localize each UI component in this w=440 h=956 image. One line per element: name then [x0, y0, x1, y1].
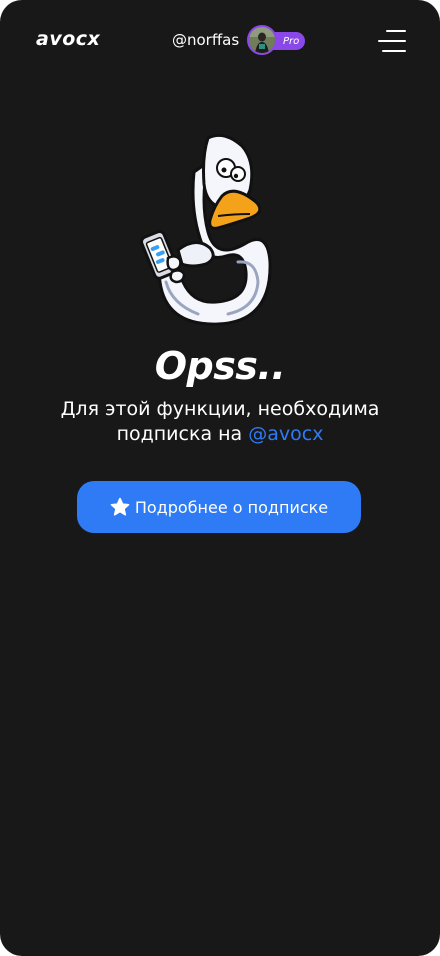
duck-holding-phone-icon: [140, 133, 272, 326]
star-icon: [110, 497, 130, 516]
avatar[interactable]: [247, 25, 278, 55]
avocx-handle-link[interactable]: @avocx: [248, 423, 323, 445]
message-line-1: Для этой функции, необходима: [60, 398, 380, 420]
app-screen: avocx @norffas Pro Opss.. Для этой функц…: [0, 0, 440, 956]
subscription-details-label: Подробнее о подписке: [134, 497, 329, 517]
username[interactable]: @norffas: [172, 31, 239, 49]
app-logo[interactable]: avocx: [36, 28, 100, 50]
duck-illustration: [138, 132, 278, 332]
message-line-2-prefix: подписка на: [116, 423, 249, 445]
menu-button[interactable]: [378, 30, 406, 52]
avatar-image: [249, 27, 276, 53]
subscription-details-button[interactable]: Подробнее о подписке: [77, 481, 361, 533]
avatar-with-badge[interactable]: Pro: [247, 25, 306, 55]
page-title: Opss..: [154, 344, 286, 388]
subscription-message: Для этой функции, необходима подписка на…: [0, 397, 440, 447]
user-profile[interactable]: @norffas Pro: [172, 24, 306, 56]
message-line-2: подписка на @avocx: [0, 422, 440, 447]
